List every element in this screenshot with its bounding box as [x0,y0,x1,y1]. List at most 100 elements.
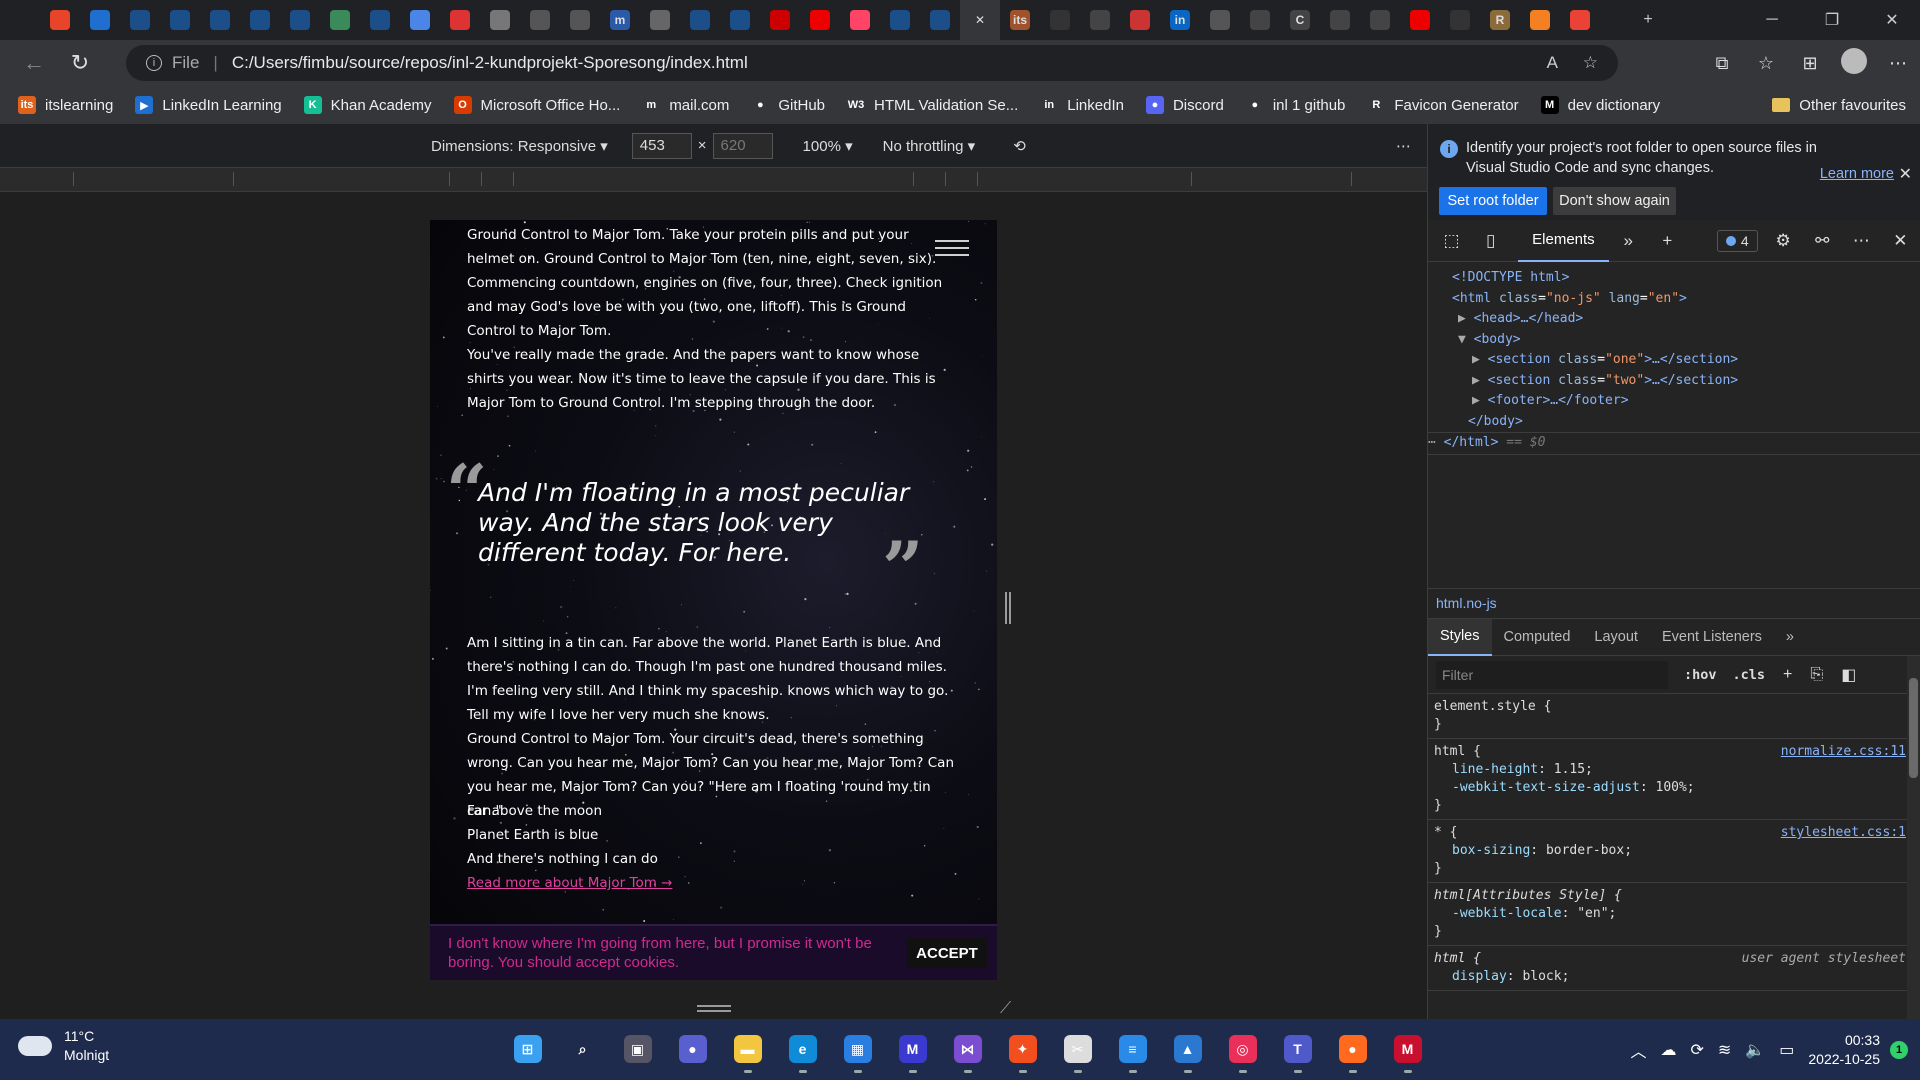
css-property[interactable]: display: block; [1434,968,1902,986]
browser-tab[interactable] [680,0,720,40]
add-rule-icon[interactable]: + [1783,666,1792,684]
browser-tab[interactable] [240,0,280,40]
tab-styles[interactable]: Styles [1428,618,1492,656]
taskbar-app[interactable]: ◎ [1215,1025,1270,1073]
taskbar-app[interactable]: ● [665,1025,720,1073]
dont-show-again-button[interactable]: Don't show again [1553,187,1676,215]
browser-tab[interactable] [800,0,840,40]
accept-cookies-button[interactable]: ACCEPT [907,938,987,968]
dom-body-open[interactable]: ▼ <body> [1428,330,1920,351]
browser-tab[interactable] [160,0,200,40]
browser-tab[interactable] [640,0,680,40]
settings-menu-icon[interactable]: ⋯ [1876,53,1920,74]
more-options-icon[interactable]: ⋯ [1842,231,1881,251]
css-property[interactable]: -webkit-locale: "en"; [1434,905,1902,923]
throttling-dropdown[interactable]: No throttling ▾ [883,137,976,155]
browser-tab[interactable] [400,0,440,40]
close-devtools-icon[interactable]: ✕ [1881,231,1920,251]
resize-corner-icon[interactable]: ⟋ [1000,1000,1011,1018]
learn-more-link[interactable]: Learn more [1820,166,1894,182]
sync-icon[interactable]: ⟳ [1691,1040,1704,1060]
browser-tab[interactable]: in [1160,0,1200,40]
dom-section-one[interactable]: ▶ <section class="one">…</section> [1428,350,1920,371]
favourite-item[interactable]: W3 HTML Validation Se... [847,96,1018,114]
read-more-link[interactable]: Read more about Major Tom → [467,875,672,891]
css-rule[interactable]: * {stylesheet.css:1 box-sizing: border-bo… [1428,820,1908,883]
browser-tab[interactable] [1320,0,1360,40]
close-window-button[interactable]: ✕ [1866,0,1918,40]
browser-tab[interactable] [1080,0,1120,40]
browser-tab[interactable] [280,0,320,40]
favourites-icon[interactable]: ☆ [1744,53,1788,74]
taskbar-app[interactable]: M [1380,1025,1435,1073]
wifi-icon[interactable]: ≋ [1718,1040,1731,1060]
browser-tab[interactable] [1400,0,1440,40]
styles-scrollbar[interactable] [1907,656,1920,1019]
browser-tab[interactable] [840,0,880,40]
back-button[interactable]: ← [14,43,54,83]
dom-html-open[interactable]: <html class="no-js" lang="en"> [1428,289,1920,310]
connect-icon[interactable]: ⚯ [1803,231,1842,251]
css-rule[interactable]: html {user agent stylesheet display: bloc… [1428,946,1908,991]
gear-icon[interactable]: ⚙ [1764,231,1803,251]
rotate-icon[interactable]: ⟲ [1013,137,1026,155]
taskbar-app[interactable]: e [775,1025,830,1073]
browser-tab[interactable]: m [600,0,640,40]
more-tabs-icon[interactable]: » [1609,231,1648,251]
profile-avatar[interactable] [1832,47,1876,79]
tab-layout[interactable]: Layout [1582,619,1650,656]
issues-badge[interactable]: 4 [1716,229,1758,252]
taskbar-app[interactable]: T [1270,1025,1325,1073]
clock[interactable]: 00:33 2022-10-25 [1808,1031,1880,1069]
css-source-link[interactable]: stylesheet.css:1 [1781,824,1906,842]
browser-tab[interactable]: its [1000,0,1040,40]
styles-filter-input[interactable]: Filter [1436,660,1668,689]
browser-tab[interactable] [480,0,520,40]
read-aloud-icon[interactable]: A [1547,53,1558,73]
dom-html-close[interactable]: ⋯ </html> == $0 [1428,432,1920,455]
inspect-icon[interactable]: ⬚ [1432,231,1471,251]
browser-tab[interactable] [1040,0,1080,40]
resize-handle-bottom[interactable] [697,1005,731,1012]
favourite-item[interactable]: ● GitHub [751,96,825,114]
favourite-item[interactable]: in LinkedIn [1040,96,1124,114]
dom-head[interactable]: ▶ <head>…</head> [1428,309,1920,330]
tab-elements[interactable]: Elements [1518,220,1609,262]
favourite-item[interactable]: ▶ LinkedIn Learning [135,96,282,114]
css-property[interactable]: line-height: 1.15; [1434,761,1902,779]
other-favourites[interactable]: Other favourites [1772,86,1906,124]
browser-tab[interactable] [80,0,120,40]
resize-handle-right[interactable] [1005,592,1011,624]
browser-tab[interactable] [520,0,560,40]
favourite-item[interactable]: Mdev dictionary [1540,96,1660,114]
add-tab-icon[interactable]: + [1648,231,1687,251]
browser-tab[interactable]: C [1280,0,1320,40]
favourite-item[interactable]: K Khan Academy [303,96,432,114]
refresh-button[interactable]: ↻ [60,43,100,83]
tab-event-listeners[interactable]: Event Listeners [1650,619,1774,656]
browser-tab[interactable] [1360,0,1400,40]
chevron-up-icon[interactable]: ︿ [1631,1038,1647,1062]
dom-footer[interactable]: ▶ <footer>…</footer> [1428,391,1920,412]
set-root-folder-button[interactable]: Set root folder [1439,187,1547,215]
add-favourite-icon[interactable]: ☆ [1583,53,1598,73]
more-options-icon[interactable]: ⋯ [1396,137,1411,155]
cls-toggle[interactable]: .cls [1733,667,1766,683]
taskbar-app[interactable]: ✂ [1050,1025,1105,1073]
dom-doctype[interactable]: <!DOCTYPE html> [1428,268,1920,289]
taskbar-app[interactable]: ▬ [720,1025,775,1073]
taskbar-app[interactable]: ⌕ [555,1025,610,1073]
dom-section-two[interactable]: ▶ <section class="two">…</section> [1428,371,1920,392]
taskbar-app[interactable]: ⋈ [940,1025,995,1073]
weather-widget[interactable]: 11°C Molnigt [18,1027,109,1065]
browser-tab[interactable] [920,0,960,40]
info-icon[interactable]: i [146,55,162,71]
taskbar-app[interactable]: ⊞ [500,1025,555,1073]
css-property[interactable]: -webkit-text-size-adjust: 100%; [1434,779,1902,797]
width-input[interactable]: 453 [631,132,692,159]
favourite-item[interactable]: O Microsoft Office Ho... [453,96,620,114]
browser-tab[interactable] [560,0,600,40]
favourite-item[interactable]: its itslearning [18,96,113,114]
browser-tab[interactable] [1560,0,1600,40]
more-tabs-icon[interactable]: » [1774,619,1806,656]
